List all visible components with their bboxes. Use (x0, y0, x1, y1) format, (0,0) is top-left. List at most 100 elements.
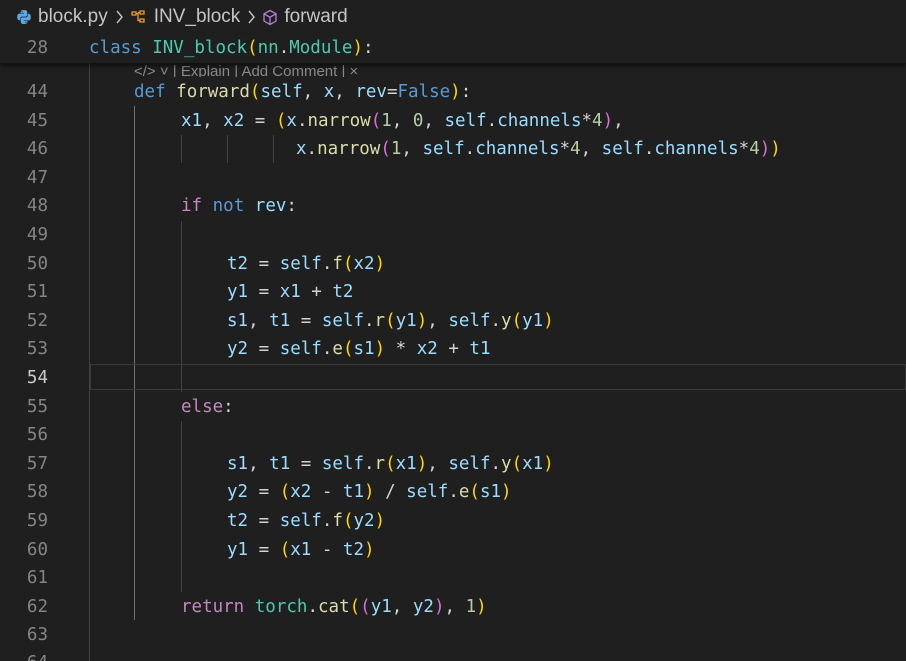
token: x (286, 110, 297, 131)
token: y (501, 453, 512, 474)
code-line-current: 54 (0, 364, 906, 393)
breadcrumb-class[interactable]: INV_block (130, 6, 240, 28)
token: ) (364, 539, 375, 560)
token: , (302, 82, 324, 102)
token: - (311, 539, 343, 560)
breadcrumb-file[interactable]: block.py (16, 6, 108, 28)
line-number: 54 (26, 368, 48, 388)
token: ) (543, 453, 554, 474)
token: r (374, 310, 386, 331)
line-number: 52 (26, 310, 48, 331)
token: y1 (370, 596, 392, 617)
token: ( (511, 453, 523, 474)
code-line: 45 x1, x2 = (x.narrow(1, 0, self.channel… (0, 107, 906, 136)
token: . (306, 139, 318, 160)
token: ( (360, 596, 371, 617)
token: x1 (290, 539, 312, 560)
token: , (391, 596, 413, 617)
token: 4 (749, 139, 760, 160)
token: t2 (332, 282, 354, 303)
line-number: 28 (26, 38, 48, 58)
token: t1 (269, 453, 291, 474)
token: , (427, 310, 449, 331)
line-number: 47 (26, 167, 48, 188)
python-file-icon (16, 9, 32, 25)
token: ) (759, 139, 771, 160)
token: ) (543, 310, 554, 331)
token: y1 (227, 282, 249, 303)
token: = (386, 82, 398, 102)
method-symbol-icon (262, 9, 278, 26)
token: self (444, 110, 487, 131)
token: . (364, 453, 375, 474)
code-line: 53 y2 = self.e(s1) * x2 + t1 (0, 335, 906, 364)
code-line: 44 def forward(self, x, rev=False): (0, 78, 906, 107)
token: f (332, 253, 343, 274)
breadcrumb-method[interactable]: forward (262, 6, 348, 28)
code-editor[interactable]: 28 class INV_block(nn.Module): </> ˅ | E… (0, 34, 906, 661)
token: , (248, 453, 270, 474)
token: ) (770, 139, 781, 160)
token: y (501, 310, 512, 331)
token: , (613, 110, 624, 131)
bracket: ( (247, 38, 258, 58)
token: * (559, 139, 571, 160)
token: 4 (570, 139, 581, 160)
token: channels (497, 110, 582, 131)
token: . (643, 139, 655, 160)
token: self (601, 139, 644, 160)
token: ( (469, 482, 480, 503)
token: self (279, 511, 322, 531)
line-number: 48 (26, 196, 48, 217)
token: x1 (181, 110, 203, 131)
token: narrow (307, 110, 371, 131)
token: cat (318, 596, 350, 617)
token: False (397, 82, 451, 102)
token: ( (385, 310, 396, 331)
code-line-28: class INV_block(nn.Module): (89, 34, 374, 63)
line-number: 62 (26, 596, 48, 617)
code-line: 55 else: (0, 393, 906, 422)
token: self (279, 339, 322, 360)
class-symbol-icon (130, 9, 148, 25)
token: t1 (269, 310, 291, 331)
token: y2 (227, 482, 249, 503)
token: y1 (522, 310, 544, 331)
token: ( (342, 253, 354, 274)
token: self (422, 139, 465, 160)
code-line: 52 s1, t1 = self.r(y1), self.y(y1) (0, 307, 906, 336)
line-number: 49 (26, 225, 48, 245)
token: self (448, 310, 491, 331)
token: + (437, 339, 470, 360)
token: : (460, 82, 472, 102)
token: . (307, 596, 318, 617)
token: = (290, 453, 322, 474)
sticky-scroll-header[interactable]: 28 class INV_block(nn.Module): (0, 34, 906, 63)
code-line: 50 t2 = self.f(x2) (0, 250, 906, 279)
token: : (223, 396, 234, 417)
token: . (486, 110, 498, 131)
token: s1 (227, 453, 249, 474)
token: ( (511, 310, 523, 331)
line-number: 61 (26, 568, 48, 589)
token: , (580, 139, 602, 160)
token: narrow (317, 139, 381, 160)
token: def (134, 82, 166, 102)
token: , (423, 110, 445, 131)
token: ( (279, 539, 291, 560)
token: . (321, 253, 333, 274)
token: = (248, 539, 280, 560)
line-number: 46 (26, 139, 48, 160)
chevron-right-icon (116, 10, 123, 24)
token: 0 (412, 110, 424, 131)
token: if (181, 196, 203, 217)
token: 1 (381, 110, 392, 131)
token: t1 (342, 482, 364, 503)
token: . (464, 139, 476, 160)
bracket: ) (352, 38, 363, 58)
token: ( (249, 82, 261, 102)
token: , (391, 110, 413, 131)
token: ( (380, 139, 391, 160)
